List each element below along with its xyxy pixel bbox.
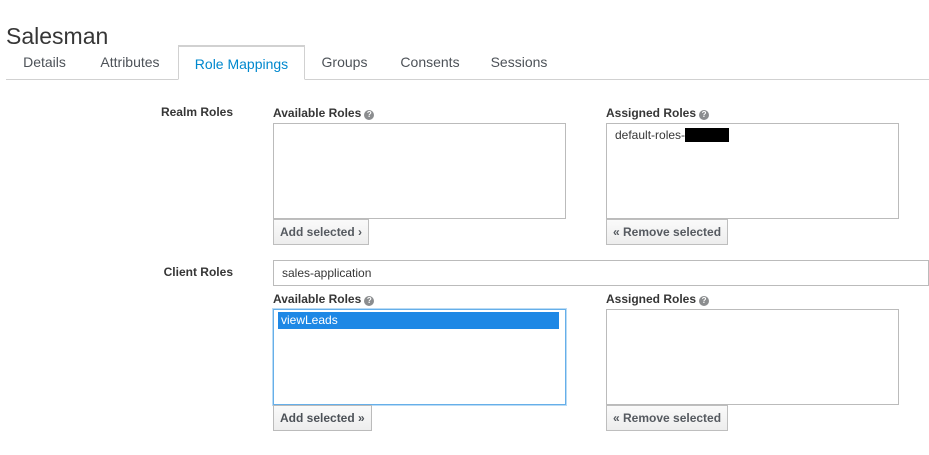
- tab-bar: Details Attributes Role Mappings Groups …: [6, 45, 929, 80]
- realm-roles-label: Realm Roles: [160, 105, 233, 119]
- realm-available-roles-heading: Available Roles?: [273, 106, 375, 120]
- question-circle-icon[interactable]: ?: [364, 296, 375, 306]
- redaction-bar: [685, 128, 730, 142]
- realm-available-roles-list[interactable]: [273, 123, 566, 219]
- client-assigned-roles-list[interactable]: [606, 309, 899, 405]
- question-circle-icon[interactable]: ?: [699, 296, 710, 306]
- tab-sessions[interactable]: Sessions: [478, 45, 560, 79]
- role-name: default-roles-: [615, 128, 686, 142]
- client-select[interactable]: sales-application: [273, 260, 929, 286]
- realm-assigned-roles-heading: Assigned Roles?: [606, 106, 710, 120]
- realm-add-selected-button[interactable]: Add selected ›: [273, 219, 370, 245]
- tab-groups[interactable]: Groups: [308, 45, 381, 79]
- list-item[interactable]: viewLeads: [278, 312, 559, 329]
- realm-remove-selected-button[interactable]: « Remove selected: [606, 219, 729, 245]
- client-assigned-roles-label: Assigned Roles: [606, 292, 697, 306]
- question-circle-icon[interactable]: ?: [364, 110, 375, 120]
- realm-assigned-roles-label: Assigned Roles: [606, 106, 697, 120]
- list-item[interactable]: default-roles-: [607, 127, 898, 144]
- realm-assigned-roles-list[interactable]: default-roles-: [606, 123, 899, 219]
- client-roles-label: Client Roles: [163, 265, 233, 279]
- client-assigned-roles-heading: Assigned Roles?: [606, 292, 710, 306]
- tab-consents[interactable]: Consents: [386, 45, 474, 79]
- client-available-roles-label: Available Roles: [273, 292, 362, 306]
- client-add-selected-button[interactable]: Add selected »: [273, 405, 372, 431]
- tab-details[interactable]: Details: [6, 45, 83, 79]
- client-available-roles-list[interactable]: viewLeads: [273, 309, 566, 405]
- tab-attributes[interactable]: Attributes: [85, 45, 175, 79]
- realm-available-roles-label: Available Roles: [273, 106, 362, 120]
- client-remove-selected-button[interactable]: « Remove selected: [606, 405, 729, 431]
- client-available-roles-heading: Available Roles?: [273, 292, 375, 306]
- tab-role-mappings[interactable]: Role Mappings: [178, 45, 305, 80]
- question-circle-icon[interactable]: ?: [699, 110, 710, 120]
